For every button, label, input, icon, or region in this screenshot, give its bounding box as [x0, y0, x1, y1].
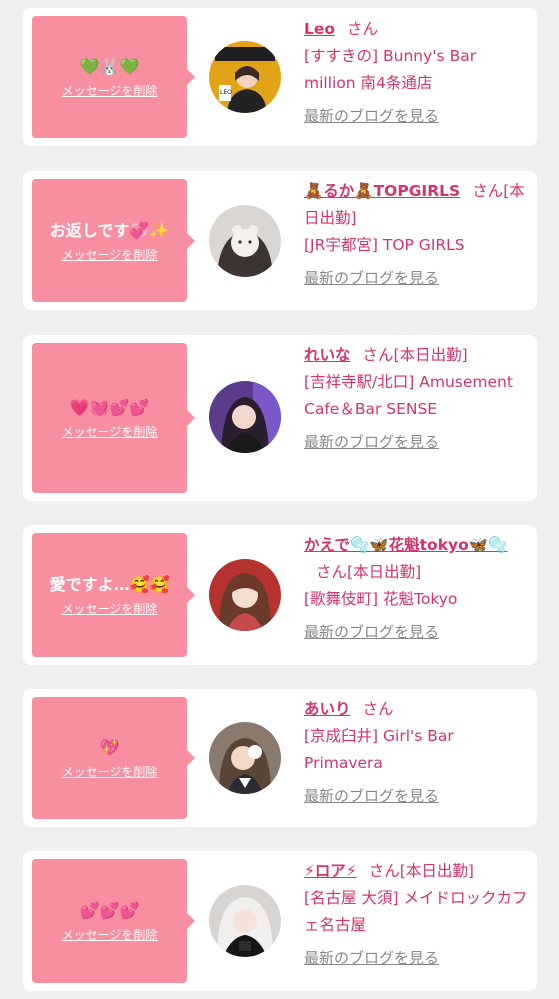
avatar[interactable] — [209, 381, 281, 453]
message-card: 💖 メッセージを削除 あいり さん [京成臼井] Girl's Bar Prima… — [23, 689, 537, 827]
profile-photo-icon — [209, 381, 281, 453]
latest-blog-link[interactable]: 最新のブログを見る — [304, 619, 439, 646]
shop-name: [名古屋 大須] メイドロックカフェ名古屋 — [304, 889, 528, 934]
honorific: さん — [362, 700, 394, 718]
girl-name-link[interactable]: Leo — [304, 20, 335, 38]
delete-message-link[interactable]: メッセージを削除 — [62, 601, 158, 617]
latest-blog-link[interactable]: 最新のブログを見る — [304, 265, 439, 292]
latest-blog-link[interactable]: 最新のブログを見る — [304, 429, 439, 456]
latest-blog-link[interactable]: 最新のブログを見る — [304, 783, 439, 810]
avatar[interactable] — [209, 722, 281, 794]
shop-name: [歌舞伎町] 花魁Tokyo — [304, 590, 458, 608]
message-text: 💕💕💕 — [79, 901, 140, 920]
shop-name: [京成臼井] Girl's Bar Primavera — [304, 727, 454, 772]
message-bubble: 💕💕💕 メッセージを削除 — [32, 859, 195, 983]
profile-photo-icon — [209, 885, 281, 957]
latest-blog-link[interactable]: 最新のブログを見る — [304, 945, 439, 972]
honorific: さん — [316, 563, 348, 581]
profile-photo-icon: LEO — [209, 41, 281, 113]
girl-info: 🧸るか🧸TOPGIRLS さん[本日出勤] [JR宇都宮] TOP GIRLS 最… — [304, 178, 531, 292]
girl-info: ⚡ロア⚡ さん[本日出勤] [名古屋 大須] メイドロックカフェ名古屋 最新のブロ… — [304, 858, 531, 972]
girl-name-link[interactable]: ⚡ロア⚡ — [304, 862, 357, 880]
message-bubble: 愛ですよ…🥰🥰 メッセージを削除 — [32, 533, 195, 657]
message-bubble: お返しです💞✨ メッセージを削除 — [32, 179, 195, 302]
message-card: お返しです💞✨ メッセージを削除 🧸るか🧸TOPGIRLS さん[本日出勤] [J… — [23, 171, 537, 310]
message-text: 💖 — [99, 738, 120, 757]
message-text: 愛ですよ…🥰🥰 — [49, 575, 170, 594]
profile-photo-icon — [209, 559, 281, 631]
delete-message-link[interactable]: メッセージを削除 — [62, 764, 158, 780]
delete-message-link[interactable]: メッセージを削除 — [62, 247, 158, 263]
avatar[interactable] — [209, 885, 281, 957]
avatar[interactable] — [209, 205, 281, 277]
svg-text:LEO: LEO — [220, 89, 232, 96]
message-text: 💗💓💕💕 — [69, 398, 150, 417]
girl-info: あいり さん [京成臼井] Girl's Bar Primavera 最新のブログ… — [304, 696, 531, 810]
status-badge: [本日出勤] — [393, 346, 468, 364]
girl-name-link[interactable]: かえで🫧🦋花魁tokyo🦋🫧 — [304, 536, 507, 554]
girl-name-link[interactable]: 🧸るか🧸TOPGIRLS — [304, 182, 460, 200]
message-card: 愛ですよ…🥰🥰 メッセージを削除 かえで🫧🦋花魁tokyo🦋🫧 さん[本日出勤] … — [23, 525, 537, 665]
message-card: 💚🐰💚 メッセージを削除 LEO Leo さん [すすきの] Bunny's Ba… — [23, 8, 537, 146]
message-list: 💚🐰💚 メッセージを削除 LEO Leo さん [すすきの] Bunny's Ba… — [0, 0, 559, 999]
shop-name: [すすきの] Bunny's Bar million 南4条通店 — [304, 47, 477, 92]
honorific: さん — [368, 862, 400, 880]
profile-photo-icon — [209, 722, 281, 794]
avatar[interactable] — [209, 559, 281, 631]
girl-info: かえで🫧🦋花魁tokyo🦋🫧 さん[本日出勤] [歌舞伎町] 花魁Tokyo 最新… — [304, 532, 531, 646]
message-card: 💗💓💕💕 メッセージを削除 れいな さん[本日出勤] [吉祥寺駅/北口] Amus… — [23, 335, 537, 501]
message-bubble: 💗💓💕💕 メッセージを削除 — [32, 343, 195, 493]
profile-photo-icon — [209, 205, 281, 277]
girl-name-link[interactable]: あいり — [304, 700, 351, 718]
shop-name: [JR宇都宮] TOP GIRLS — [304, 236, 465, 254]
latest-blog-link[interactable]: 最新のブログを見る — [304, 103, 439, 130]
status-badge: [本日出勤] — [347, 563, 422, 581]
delete-message-link[interactable]: メッセージを削除 — [62, 83, 158, 99]
delete-message-link[interactable]: メッセージを削除 — [62, 927, 158, 943]
message-bubble: 💚🐰💚 メッセージを削除 — [32, 16, 195, 138]
shop-name: [吉祥寺駅/北口] Amusement Cafe＆Bar SENSE — [304, 373, 513, 418]
girl-info: Leo さん [すすきの] Bunny's Bar million 南4条通店 最… — [304, 16, 531, 130]
honorific: さん — [472, 182, 504, 200]
girl-name-link[interactable]: れいな — [304, 346, 351, 364]
honorific: さん — [362, 346, 394, 364]
girl-info: れいな さん[本日出勤] [吉祥寺駅/北口] Amusement Cafe＆Bar… — [304, 342, 531, 456]
message-card: 💕💕💕 メッセージを削除 ⚡ロア⚡ さん[本日出勤] [名古屋 大須] メイドロッ… — [23, 851, 537, 991]
delete-message-link[interactable]: メッセージを削除 — [62, 424, 158, 440]
message-text: 💚🐰💚 — [79, 57, 140, 76]
honorific: さん — [347, 20, 379, 38]
avatar[interactable]: LEO — [209, 41, 281, 113]
status-badge: [本日出勤] — [399, 862, 474, 880]
message-bubble: 💖 メッセージを削除 — [32, 697, 195, 819]
message-text: お返しです💞✨ — [49, 220, 170, 240]
